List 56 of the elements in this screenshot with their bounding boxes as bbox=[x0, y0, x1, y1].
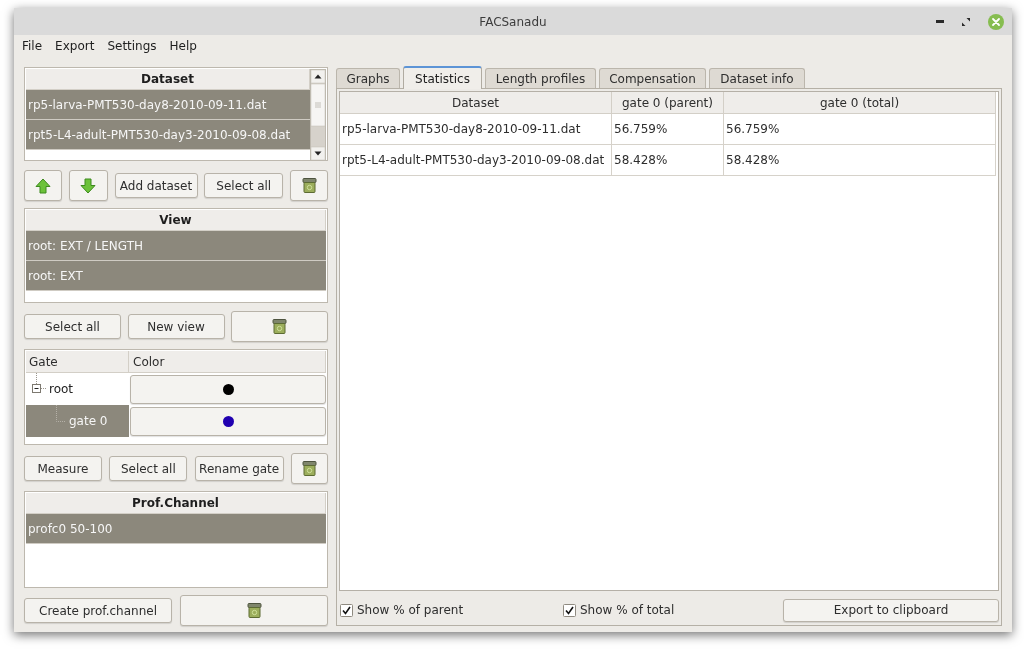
table-cell: 58.428% bbox=[724, 145, 996, 175]
column-header: Dataset bbox=[340, 92, 612, 113]
checkbox-label: Show % of parent bbox=[357, 602, 464, 619]
select-all-button[interactable]: Select all bbox=[204, 173, 284, 198]
trash-icon bbox=[301, 178, 317, 193]
delete-button[interactable] bbox=[180, 595, 328, 626]
delete-button[interactable] bbox=[291, 453, 328, 484]
column-header: Prof.Channel bbox=[26, 493, 326, 514]
delete-button[interactable] bbox=[290, 170, 328, 201]
trash-icon bbox=[272, 319, 287, 334]
table-cell: 56.759% bbox=[724, 114, 996, 144]
color-button[interactable] bbox=[130, 406, 326, 436]
trash-icon bbox=[302, 461, 317, 476]
table-cell: rpt5-L4-adult-PMT530-day3-2010-09-08.dat bbox=[340, 145, 612, 175]
trash-icon bbox=[246, 603, 262, 618]
window-title: FACSanadu bbox=[479, 13, 547, 31]
checkbox[interactable] bbox=[340, 603, 353, 617]
up-arrow-icon bbox=[35, 177, 51, 194]
column-header: View bbox=[26, 210, 326, 231]
select-all-button[interactable]: Select all bbox=[24, 314, 121, 339]
menu-item[interactable]: Export bbox=[55, 37, 95, 55]
delete-button[interactable] bbox=[231, 311, 328, 342]
export-button[interactable]: Export to clipboard bbox=[783, 598, 999, 622]
select-all-button[interactable]: Select all bbox=[109, 456, 188, 481]
column-header: gate 0 (total) bbox=[724, 92, 996, 113]
move-up-button[interactable] bbox=[24, 170, 62, 201]
menu-item[interactable]: File bbox=[22, 37, 43, 55]
new-view-button[interactable]: New view bbox=[127, 314, 225, 339]
measure-button[interactable]: Measure bbox=[24, 456, 102, 481]
table-cell: 58.428% bbox=[612, 145, 724, 175]
tab[interactable]: Statistics bbox=[403, 66, 482, 89]
table-cell: rp5-larva-PMT530-day8-2010-09-11.dat bbox=[340, 114, 612, 144]
column-header: gate 0 (parent) bbox=[612, 92, 724, 113]
down-arrow-icon bbox=[80, 177, 97, 194]
create-profile-channel-button[interactable]: Create prof.channel bbox=[24, 598, 172, 623]
add-dataset-button[interactable]: Add dataset bbox=[114, 173, 198, 198]
checkbox[interactable] bbox=[563, 603, 576, 617]
maximize-icon[interactable] bbox=[962, 17, 970, 26]
menu-item[interactable]: Settings bbox=[107, 37, 157, 55]
tree-branch-icon bbox=[56, 405, 66, 422]
tab[interactable]: Graphs bbox=[336, 68, 400, 88]
vertical-scrollbar[interactable] bbox=[310, 69, 326, 160]
collapse-icon[interactable] bbox=[29, 373, 47, 393]
table-cell: 56.759% bbox=[612, 114, 724, 144]
tab[interactable]: Compensation bbox=[599, 68, 706, 88]
menu-item[interactable]: Help bbox=[169, 37, 197, 55]
close-icon[interactable] bbox=[988, 13, 1004, 30]
rename-gate-button[interactable]: Rename gate bbox=[194, 456, 284, 481]
tab[interactable]: Length profiles bbox=[485, 68, 596, 88]
column-header: Dataset bbox=[26, 69, 310, 90]
move-down-button[interactable] bbox=[68, 170, 108, 201]
color-button[interactable] bbox=[130, 374, 326, 404]
checkbox-label: Show % of total bbox=[580, 602, 675, 619]
tab[interactable]: Dataset info bbox=[709, 68, 805, 88]
column-header: Gate bbox=[26, 351, 129, 372]
column-header: Color bbox=[129, 351, 326, 372]
